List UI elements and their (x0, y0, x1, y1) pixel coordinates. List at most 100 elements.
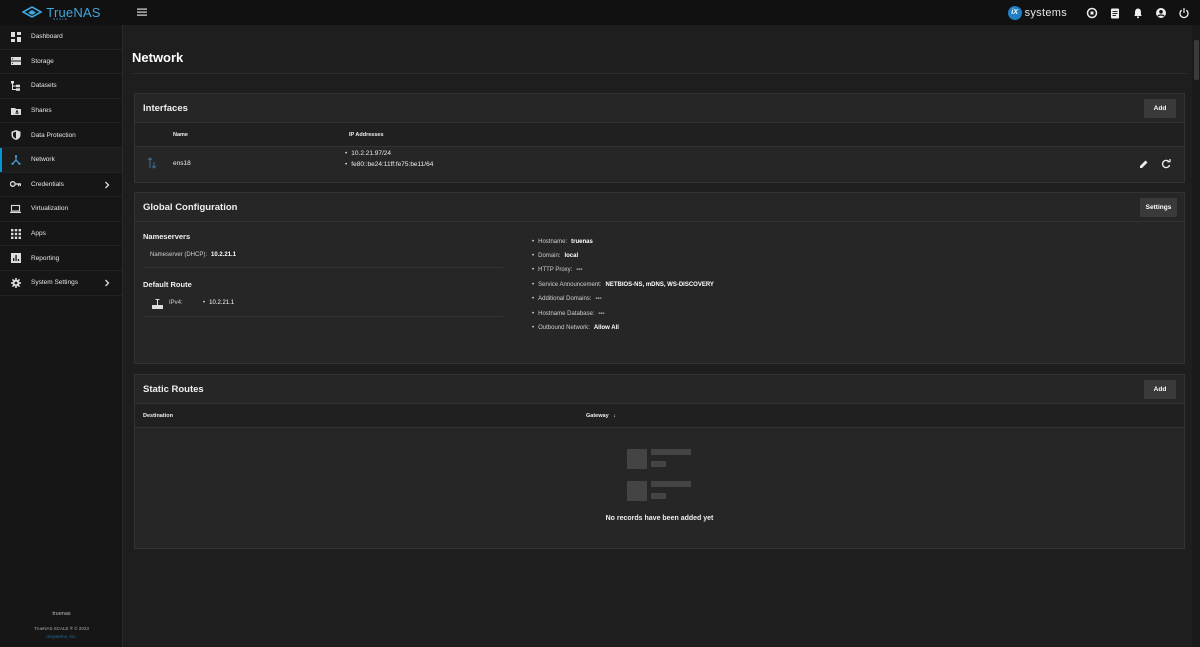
storage-icon (10, 56, 21, 67)
sidebar-item-label: Dashboard (31, 33, 63, 41)
domain-row: Domain:local (532, 253, 578, 259)
outbound-network-row: Outbound Network:Allow All (532, 325, 619, 331)
static-routes-title: Static Routes (143, 384, 204, 395)
chevron-right-icon (104, 279, 110, 289)
sidebar: Dashboard Storage Datasets Shares Data P… (0, 25, 123, 647)
add-static-route-button[interactable]: Add (1144, 380, 1176, 399)
additional-domains-label: Additional Domains: (538, 296, 592, 302)
shield-icon (10, 130, 21, 141)
ix-icon: iX (1007, 5, 1022, 20)
additional-domains-value: --- (595, 296, 602, 302)
main-content: Network Interfaces Add Name IP Addresses… (123, 25, 1192, 647)
nameserver-label: Nameserver (DHCP): 10.2.21.1 (150, 252, 236, 258)
page-scrollbar-thumb[interactable] (1194, 40, 1199, 80)
column-header-ip-addresses[interactable]: IP Addresses (349, 132, 384, 138)
title-divider (132, 73, 1187, 74)
truenas-mark-icon (22, 5, 43, 18)
interface-ip-v4: 10.2.21.97/24 (345, 150, 391, 157)
hostname-value: truenas (571, 239, 593, 245)
reporting-icon (10, 253, 21, 264)
sidebar-item-apps[interactable]: Apps (0, 222, 122, 247)
static-routes-card: Static Routes Add Destination Gateway ↓ … (134, 374, 1185, 549)
outbound-network-value: Allow All (593, 325, 619, 331)
domain-value: local (564, 253, 579, 259)
sidebar-item-label: Shares (31, 107, 52, 115)
sort-arrow-down-icon: ↓ (613, 413, 616, 419)
hostname-row: Hostname:truenas (532, 239, 593, 245)
brand-sub: SCALE (53, 17, 68, 21)
router-icon (152, 299, 163, 311)
sidebar-item-label: Storage (31, 57, 54, 65)
sidebar-item-label: Credentials (31, 180, 64, 188)
sidebar-item-network[interactable]: Network (0, 147, 122, 173)
column-header-destination[interactable]: Destination (143, 413, 173, 419)
ixsystems-logo[interactable]: iX systems (1007, 5, 1067, 20)
edit-pencil-icon[interactable] (1139, 159, 1149, 171)
ipv4-value: 10.2.21.1 (203, 300, 234, 306)
service-announcement-value: NETBIOS-NS, mDNS, WS-DISCOVERY (605, 282, 714, 288)
nameserver-value: 10.2.21.1 (211, 252, 237, 258)
interfaces-table-header: Name IP Addresses (135, 123, 1184, 147)
chevron-right-icon (104, 181, 110, 191)
interface-ip-v6: fe80::be24:11ff:fe75:be11/64 (345, 161, 433, 168)
datasets-icon (10, 80, 21, 91)
vendor-name: systems (1024, 6, 1067, 19)
hostname-label: Hostname: (538, 239, 568, 245)
interfaces-card: Interfaces Add Name IP Addresses ens18 1… (134, 93, 1185, 183)
refresh-icon[interactable] (1161, 159, 1171, 171)
sidebar-footer: truenas TrueNAS SCALE ® © 2023 iXsystems… (0, 611, 123, 639)
outbound-network-label: Outbound Network: (538, 325, 590, 331)
sidebar-item-label: Virtualization (31, 205, 69, 213)
sidebar-item-label: Data Protection (31, 131, 76, 139)
sidebar-item-label: Network (31, 156, 55, 164)
page-scrollbar[interactable] (1192, 25, 1200, 647)
service-announcement-row: Service Announcement:NETBIOS-NS, mDNS, W… (532, 282, 714, 288)
sidebar-item-system-settings[interactable]: System Settings (0, 271, 122, 296)
sidebar-item-label: System Settings (31, 279, 78, 287)
sidebar-item-dashboard[interactable]: Dashboard (0, 25, 122, 50)
interface-name: ens18 (173, 160, 191, 167)
bell-icon[interactable] (1131, 6, 1144, 19)
interfaces-title: Interfaces (143, 103, 188, 114)
interface-link-icon (147, 157, 157, 171)
page-title: Network (132, 50, 184, 65)
sidebar-item-storage[interactable]: Storage (0, 50, 122, 75)
nameserver-label-text: Nameserver (DHCP): (150, 252, 208, 258)
global-configuration-header: Global Configuration Settings (135, 193, 1184, 222)
column-header-name[interactable]: Name (173, 132, 188, 138)
task-manager-icon[interactable] (1108, 6, 1121, 19)
settings-button[interactable]: Settings (1140, 198, 1177, 217)
top-bar: TrueNAS SCALE iX systems (0, 0, 1200, 25)
power-icon[interactable] (1177, 6, 1190, 19)
nameservers-heading: Nameservers (143, 232, 191, 241)
dashboard-icon (10, 31, 21, 42)
sidebar-item-label: Apps (31, 230, 46, 238)
ipv4-value-text: 10.2.21.1 (209, 300, 235, 306)
column-header-gateway[interactable]: Gateway ↓ (586, 413, 616, 419)
table-row[interactable]: ens18 10.2.21.97/24 fe80::be24:11ff:fe75… (135, 148, 1184, 182)
empty-list-icon (627, 449, 693, 505)
sidebar-item-data-protection[interactable]: Data Protection (0, 123, 122, 148)
truenas-logo[interactable]: TrueNAS SCALE (0, 0, 123, 25)
hostname-database-row: Hostname Database:--- (532, 311, 604, 317)
add-interface-button[interactable]: Add (1144, 99, 1176, 118)
static-routes-table-header: Destination Gateway ↓ (135, 404, 1184, 428)
http-proxy-label: HTTP Proxy: (538, 267, 573, 273)
account-icon[interactable] (1154, 6, 1167, 19)
truecommand-icon[interactable] (1085, 6, 1098, 19)
sidebar-item-reporting[interactable]: Reporting (0, 246, 122, 271)
laptop-icon (10, 203, 21, 214)
version-label: TrueNAS SCALE ® © 2023 (34, 626, 89, 631)
sidebar-item-virtualization[interactable]: Virtualization (0, 197, 122, 222)
network-icon (10, 154, 21, 165)
hostname-database-value: --- (598, 311, 605, 317)
sidebar-item-credentials[interactable]: Credentials (0, 173, 122, 198)
additional-domains-row: Additional Domains:--- (532, 296, 601, 302)
hostname-database-label: Hostname Database: (538, 311, 595, 317)
company-link[interactable]: iXsystems, Inc. (0, 634, 123, 639)
hostname-label: truenas (52, 611, 71, 617)
menu-toggle-icon[interactable] (136, 6, 148, 18)
sidebar-item-label: Datasets (31, 82, 57, 90)
sidebar-item-datasets[interactable]: Datasets (0, 74, 122, 99)
sidebar-item-shares[interactable]: Shares (0, 99, 122, 124)
